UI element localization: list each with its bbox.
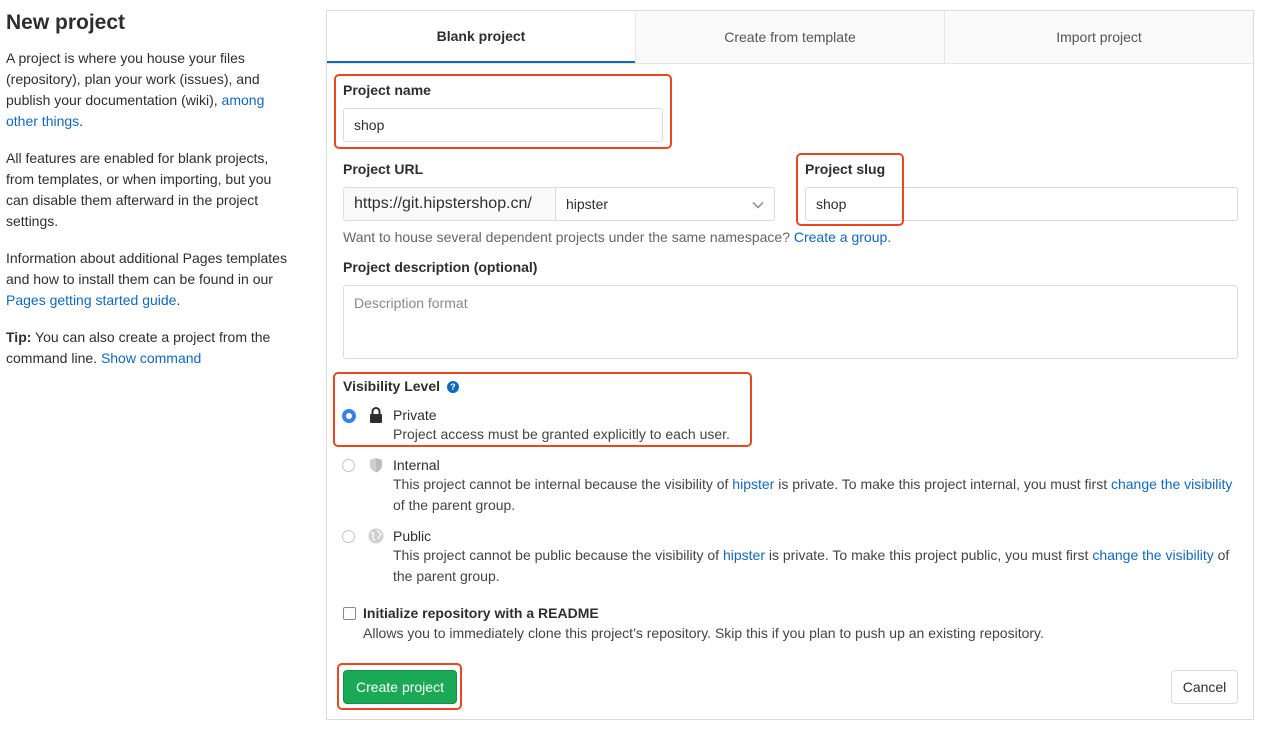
private-radio[interactable] — [342, 409, 356, 423]
internal-desc-text-2: is private. To make this project interna… — [774, 476, 1111, 492]
pages-guide-link[interactable]: Pages getting started guide — [6, 292, 176, 308]
project-url-label: Project URL — [343, 161, 424, 177]
cancel-button[interactable]: Cancel — [1171, 670, 1238, 704]
readme-description: Allows you to immediately clone this pro… — [363, 625, 1044, 641]
internal-title: Internal — [393, 457, 440, 473]
project-slug-input[interactable]: shop — [805, 187, 1238, 221]
project-description-label: Project description (optional) — [343, 259, 538, 275]
internal-change-visibility-link[interactable]: change the visibility — [1111, 476, 1232, 492]
namespace-value: hipster — [566, 196, 609, 212]
public-desc-text-2: is private. To make this project public,… — [765, 547, 1093, 563]
sidebar: New project A project is where you house… — [6, 10, 296, 385]
chevron-down-icon — [752, 196, 764, 212]
show-command-link[interactable]: Show command — [101, 350, 201, 366]
public-radio[interactable] — [342, 530, 355, 543]
public-description: This project cannot be public because th… — [393, 545, 1233, 587]
project-slug-label: Project slug — [805, 161, 886, 177]
page-title: New project — [6, 11, 126, 34]
create-project-button[interactable]: Create project — [343, 670, 457, 704]
sidebar-pages-end: . — [176, 292, 181, 308]
internal-hipster-link[interactable]: hipster — [732, 476, 774, 492]
sidebar-intro: A project is where you house your files … — [6, 48, 296, 132]
internal-radio[interactable] — [342, 459, 355, 472]
readme-label[interactable]: Initialize repository with a README — [363, 605, 599, 621]
internal-desc-text: This project cannot be internal because … — [393, 476, 733, 492]
sidebar-pages-info: Information about additional Pages templ… — [6, 248, 296, 311]
visibility-level-text: Visibility Level — [343, 378, 441, 394]
lock-icon — [369, 407, 383, 426]
tab-import-project[interactable]: Import project — [944, 11, 1253, 63]
project-description-textarea[interactable]: Description format — [343, 285, 1238, 359]
public-hipster-link[interactable]: hipster — [723, 547, 765, 563]
tip-label: Tip: — [6, 329, 32, 345]
readme-checkbox[interactable] — [343, 607, 356, 620]
public-title: Public — [393, 528, 432, 544]
create-group-help: Want to house several dependent projects… — [343, 229, 891, 245]
private-description: Project access must be granted explicitl… — [393, 426, 730, 442]
create-group-help-text: Want to house several dependent projects… — [343, 229, 794, 245]
tab-blank-project[interactable]: Blank project — [327, 11, 635, 63]
sidebar-tip: Tip: You can also create a project from … — [6, 327, 296, 369]
sidebar-intro-end: . — [79, 113, 84, 129]
project-name-label: Project name — [343, 82, 431, 98]
create-group-link[interactable]: Create a group. — [794, 229, 891, 245]
project-name-input[interactable]: shop — [343, 108, 663, 142]
private-title: Private — [393, 407, 437, 423]
shield-icon — [369, 457, 383, 476]
tab-create-from-template[interactable]: Create from template — [635, 11, 944, 63]
visibility-level-label: Visibility Level ? — [343, 378, 459, 394]
public-desc-text: This project cannot be public because th… — [393, 547, 723, 563]
internal-desc-text-3: of the parent group. — [393, 497, 516, 513]
sidebar-features: All features are enabled for blank proje… — [6, 150, 272, 229]
help-icon[interactable]: ? — [446, 381, 459, 394]
namespace-select[interactable]: hipster — [555, 187, 775, 221]
internal-description: This project cannot be internal because … — [393, 474, 1233, 516]
globe-icon — [368, 528, 384, 547]
project-url-prefix: https://git.hipstershop.cn/ — [343, 187, 556, 221]
public-change-visibility-link[interactable]: change the visibility — [1092, 547, 1213, 563]
project-tabs: Blank project Create from template Impor… — [327, 11, 1253, 64]
sidebar-pages-text: Information about additional Pages templ… — [6, 250, 287, 287]
